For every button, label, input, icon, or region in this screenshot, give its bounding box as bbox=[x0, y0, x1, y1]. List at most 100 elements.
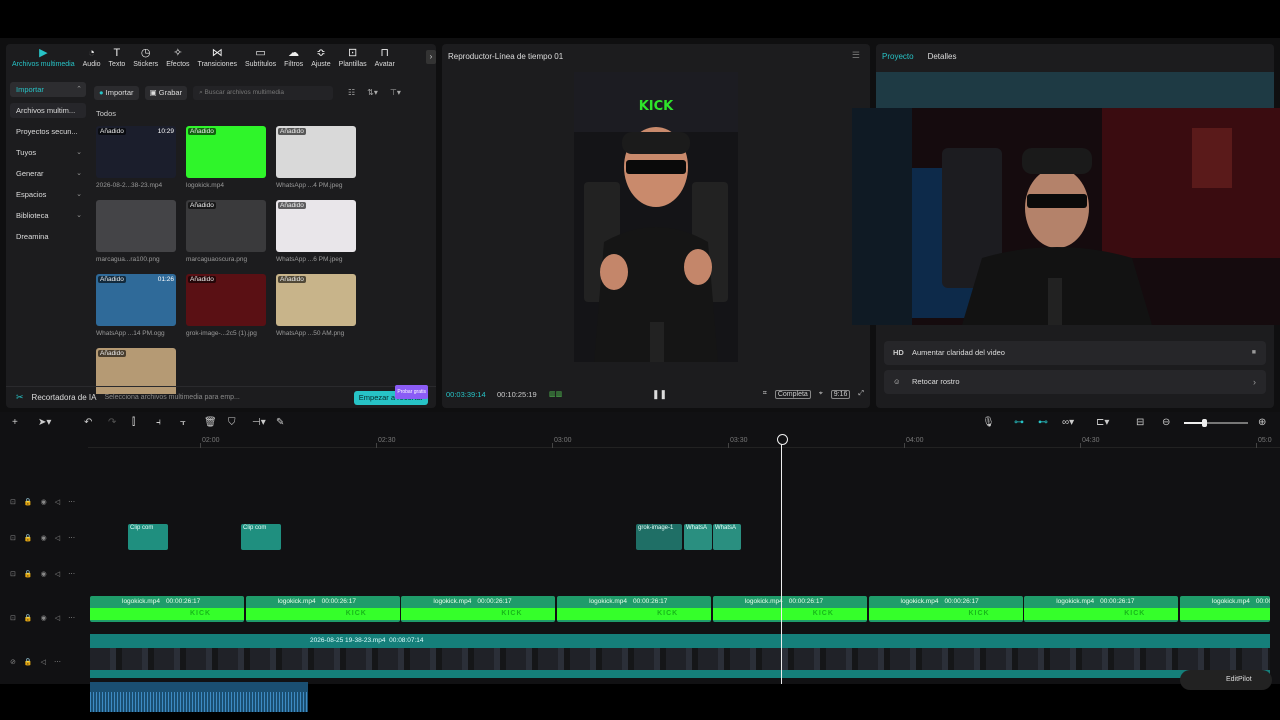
editpilot-button[interactable]: EditPilot bbox=[1180, 670, 1272, 690]
track-thumb-icon[interactable]: ⊡ bbox=[10, 534, 16, 542]
mic-icon[interactable]: 🎙 bbox=[982, 417, 995, 428]
lock-icon[interactable]: 🔒 bbox=[24, 614, 33, 622]
eye-icon[interactable]: ◉ bbox=[41, 534, 47, 542]
zoom-out-icon[interactable]: ⊖ bbox=[1162, 417, 1170, 428]
track-thumb-icon[interactable]: ⊡ bbox=[10, 614, 16, 622]
eye-icon[interactable]: ◉ bbox=[41, 614, 47, 622]
lock-icon[interactable]: 🔒 bbox=[24, 570, 33, 578]
grid-view-icon[interactable]: ☷ bbox=[348, 88, 355, 97]
lock-icon[interactable]: 🔒 bbox=[24, 534, 33, 542]
logo-clip[interactable]: logokick.mp4 00:00:26:17 KICK bbox=[245, 596, 400, 622]
zoom-in-icon[interactable]: ⊕ bbox=[1258, 417, 1266, 428]
tool-audio[interactable]: ◔ Audio bbox=[79, 44, 105, 74]
zoom-slider-handle[interactable] bbox=[1202, 419, 1207, 427]
media-thumbnail[interactable]: Añadido bbox=[276, 200, 356, 252]
logo-clip[interactable]: logokick.mp4 00:00:26:17 KICK bbox=[712, 596, 867, 622]
track-thumb-icon[interactable]: ⊡ bbox=[10, 498, 16, 506]
delete-icon[interactable]: 🗑 bbox=[204, 417, 217, 428]
image-clip[interactable]: grok-image-1 bbox=[636, 524, 682, 550]
eye-icon[interactable]: ◉ bbox=[41, 570, 47, 578]
tool-ajuste[interactable]: ≎ Ajuste bbox=[307, 44, 334, 74]
more-icon[interactable]: ⋯ bbox=[68, 498, 75, 506]
logo-clip[interactable]: logokick.mp4 00:00:26:17 KICK bbox=[868, 596, 1023, 622]
more-icon[interactable]: ⋯ bbox=[68, 534, 75, 542]
media-thumbnail[interactable]: Añadido bbox=[276, 126, 356, 178]
audio-clip[interactable] bbox=[90, 682, 308, 712]
select-tool-icon[interactable]: ➤▾ bbox=[38, 417, 51, 428]
freeze-icon[interactable]: ⊣▾ bbox=[252, 417, 266, 428]
player-menu-icon[interactable]: ☰ bbox=[852, 50, 860, 61]
text-clip[interactable]: Clip com bbox=[128, 524, 168, 550]
logo-clip[interactable]: logokick.mp4 00:00:26:17 KICK bbox=[401, 596, 556, 622]
subtitle-track-icon[interactable]: ⊟ bbox=[1136, 417, 1144, 428]
enhance-toggle[interactable]: ■ bbox=[1252, 341, 1256, 365]
import-button[interactable]: ● Importar bbox=[94, 86, 139, 100]
waveform-icon[interactable]: ▥▥ bbox=[549, 390, 562, 398]
marker-icon[interactable]: ⛉ bbox=[228, 417, 236, 428]
media-thumbnail[interactable]: Añadido bbox=[276, 274, 356, 326]
volume-icon[interactable]: ◁ bbox=[55, 534, 60, 542]
tab-details[interactable]: Detalles bbox=[928, 52, 957, 61]
media-thumbnail[interactable]: Añadido 10:29 bbox=[96, 126, 176, 178]
sidebar-item[interactable]: Generar ⌄ bbox=[10, 166, 86, 181]
trim-right-icon[interactable]: ⫟ bbox=[180, 417, 186, 428]
record-button[interactable]: ▣ Grabar bbox=[144, 86, 188, 100]
screenshot-icon[interactable]: ⌖ bbox=[819, 390, 823, 398]
start-cropping-button[interactable]: Empezar a recortar Probar gratis bbox=[353, 385, 428, 405]
sidebar-item[interactable]: Importar ⌃ bbox=[10, 82, 86, 97]
redo-icon[interactable]: ↷ bbox=[108, 417, 116, 428]
volume-icon[interactable]: ◁ bbox=[55, 614, 60, 622]
toolbar-next-icon[interactable]: › bbox=[426, 50, 436, 64]
sidebar-item[interactable]: Dreamina bbox=[10, 229, 86, 244]
media-thumbnail[interactable]: Añadido 01:26 bbox=[96, 274, 176, 326]
tool-subt-tulos[interactable]: ▭ Subtítulos bbox=[241, 44, 280, 74]
add-track-icon[interactable]: + bbox=[12, 417, 18, 428]
eye-icon[interactable]: ◉ bbox=[41, 498, 47, 506]
tool-filtros[interactable]: ☁ Filtros bbox=[280, 44, 307, 74]
sidebar-item[interactable]: Archivos multim... bbox=[10, 103, 86, 118]
logo-clip[interactable]: logokick.mp4 00:00:26:17 KICK bbox=[557, 596, 712, 622]
image-clip[interactable]: WhatsA bbox=[684, 524, 712, 550]
video-preview[interactable]: KICK bbox=[574, 72, 738, 362]
crop-icon[interactable]: ⌗ bbox=[763, 390, 767, 398]
magnet-icon[interactable]: ⊶ bbox=[1014, 417, 1024, 428]
link-icon[interactable]: ⊷ bbox=[1038, 417, 1048, 428]
media-thumbnail[interactable]: Añadido bbox=[186, 126, 266, 178]
media-thumbnail[interactable]: Añadido bbox=[186, 274, 266, 326]
chain-icon[interactable]: ∞▾ bbox=[1062, 417, 1074, 428]
tool-stickers[interactable]: ◷ Stickers bbox=[129, 44, 162, 74]
trim-left-icon[interactable]: ⫞ bbox=[156, 417, 161, 428]
track-thumb-icon[interactable]: ⊡ bbox=[10, 570, 16, 578]
filter-icon[interactable]: ⊤▾ bbox=[390, 88, 401, 97]
tab-project[interactable]: Proyecto bbox=[882, 52, 914, 61]
preview-axis-icon[interactable]: ⊏▾ bbox=[1096, 417, 1109, 428]
volume-icon[interactable]: ◁ bbox=[55, 498, 60, 506]
full-quality-button[interactable]: Completa bbox=[774, 389, 811, 399]
tool-transiciones[interactable]: ⋈ Transiciones bbox=[194, 44, 241, 74]
more-icon[interactable]: ⋯ bbox=[68, 614, 75, 622]
sidebar-item[interactable]: Espacios ⌄ bbox=[10, 187, 86, 202]
sidebar-item[interactable]: Proyectos secun... bbox=[10, 124, 86, 139]
retouch-face-row[interactable]: ☺ Retocar rostro › bbox=[884, 370, 1266, 394]
aspect-ratio-button[interactable]: 9:16 bbox=[830, 389, 851, 399]
search-input[interactable]: ⌕ Buscar archivos multimedia bbox=[193, 86, 334, 100]
tool-plantillas[interactable]: ⊡ Plantillas bbox=[335, 44, 371, 74]
tool-avatar[interactable]: ⊓ Avatar bbox=[371, 44, 399, 74]
image-clip[interactable]: WhatsA bbox=[713, 524, 741, 550]
main-video-clip[interactable]: 2026-08-25 19-38-23.mp4 00:08:07:14 bbox=[90, 634, 1270, 678]
enhance-clarity-row[interactable]: HD Aumentar claridad del video ■ bbox=[884, 341, 1266, 365]
media-thumbnail[interactable]: Añadido bbox=[186, 200, 266, 252]
pause-icon[interactable]: ❚❚ bbox=[652, 389, 667, 400]
volume-icon[interactable]: ◁ bbox=[41, 658, 46, 666]
fullscreen-icon[interactable]: ⤢ bbox=[858, 390, 864, 398]
tool-efectos[interactable]: ✧ Efectos bbox=[162, 44, 193, 74]
volume-icon[interactable]: ◁ bbox=[55, 570, 60, 578]
audio-track-icon[interactable]: ⊘ bbox=[10, 658, 16, 666]
logo-clip[interactable]: logokick.mp4 00:00:26:17 KICK bbox=[90, 596, 244, 622]
magic-icon[interactable]: ✎ bbox=[276, 417, 284, 428]
lock-icon[interactable]: 🔒 bbox=[24, 498, 33, 506]
logo-clip[interactable]: logokick.mp4 00:00:26:17 KICK bbox=[1024, 596, 1179, 622]
more-icon[interactable]: ⋯ bbox=[54, 658, 61, 666]
sidebar-item[interactable]: Biblioteca ⌄ bbox=[10, 208, 86, 223]
playhead[interactable] bbox=[777, 434, 788, 684]
